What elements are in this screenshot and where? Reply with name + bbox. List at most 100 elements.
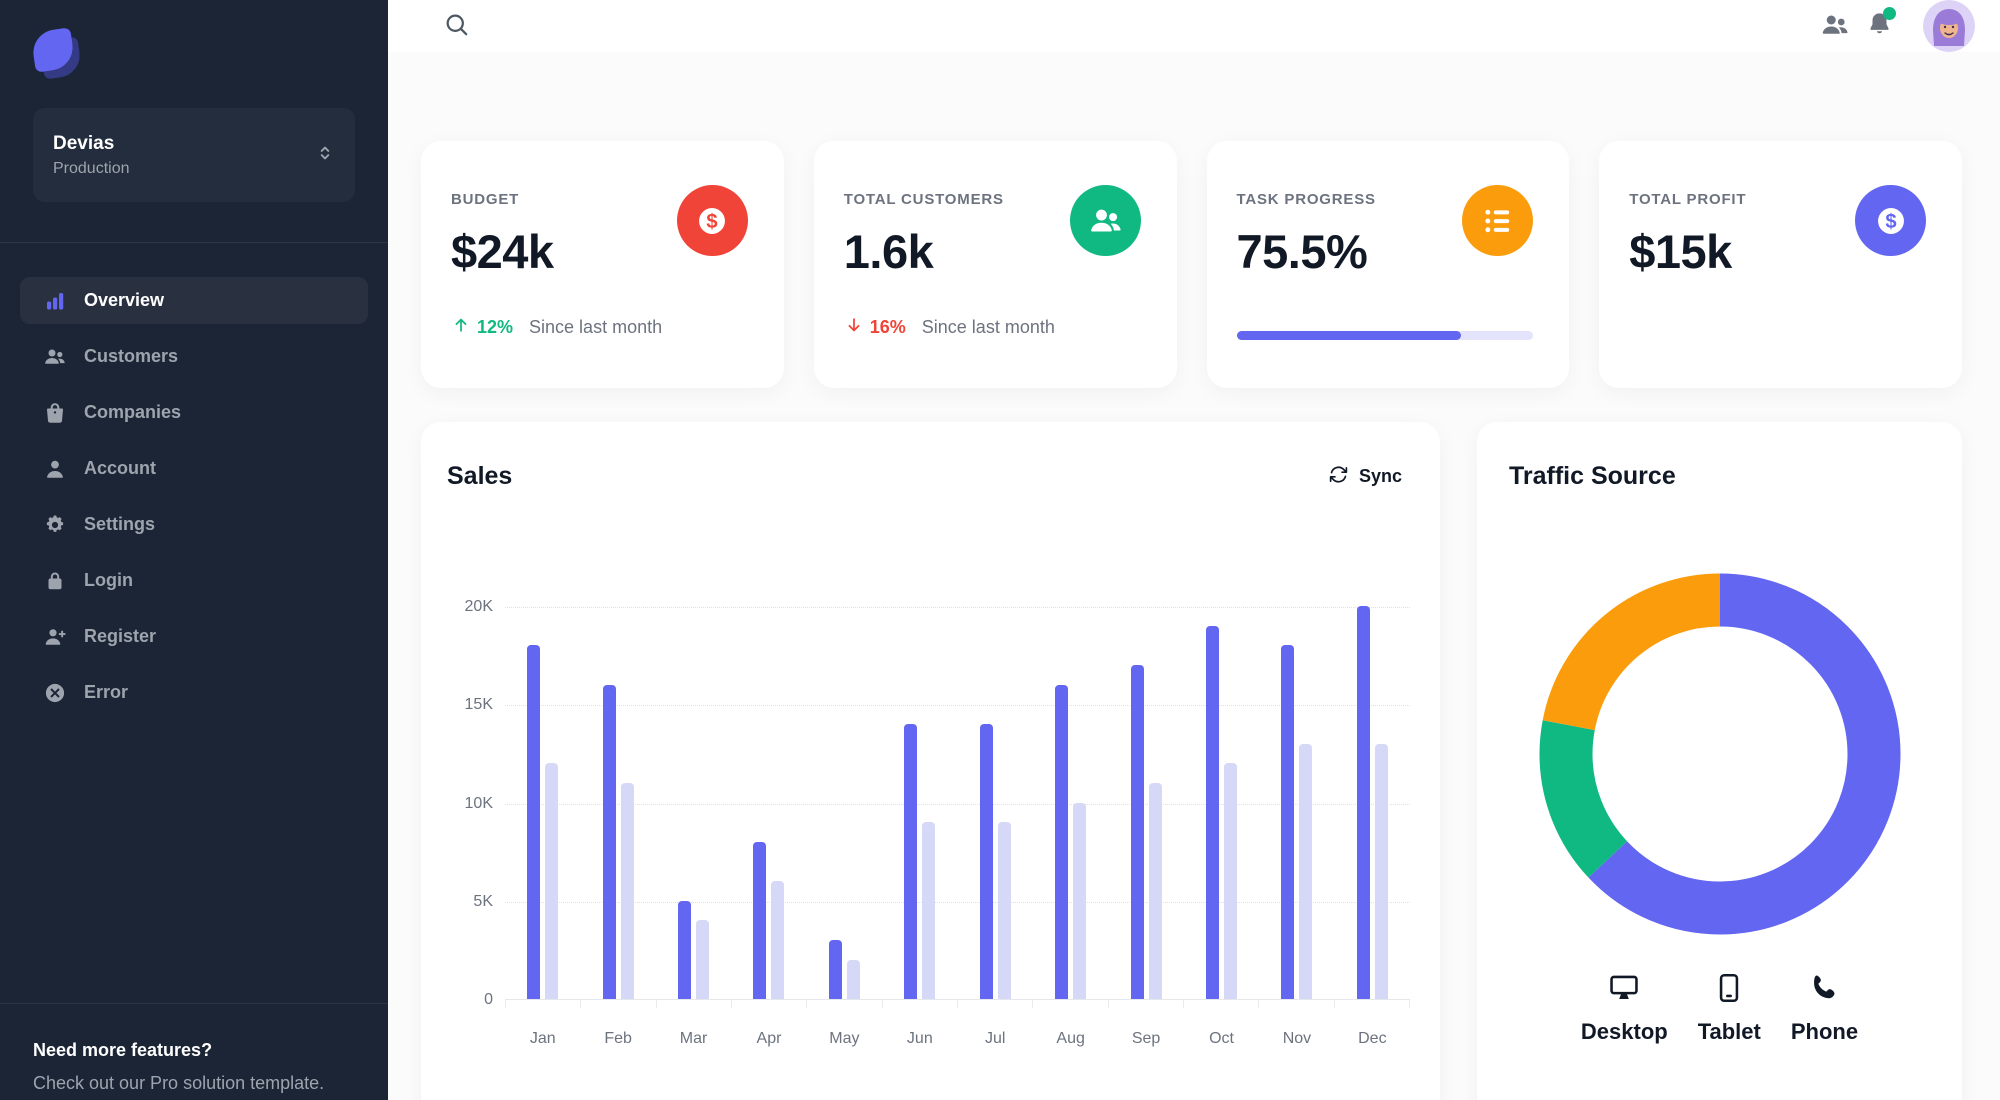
bar-group-sep: [1108, 607, 1183, 999]
dollar-circle-icon: $: [676, 185, 748, 256]
x-axis-ticks: [505, 1000, 1410, 1008]
desktop-icon: [1607, 971, 1641, 1010]
x-axis-label: Mar: [679, 1030, 708, 1047]
bar-last-year: [1073, 802, 1087, 999]
bar-last-year: [1374, 743, 1388, 999]
bar-this-year: [1055, 684, 1069, 999]
y-axis-label: 10K: [464, 794, 493, 812]
bar-this-year: [1356, 606, 1370, 999]
refresh-icon: [1328, 464, 1349, 490]
users-icon: [43, 345, 67, 369]
svg-text:$: $: [707, 211, 718, 233]
sidebar-item-settings[interactable]: Settings: [20, 501, 368, 548]
sidebar-footer: Need more features? Check out our Pro so…: [0, 1003, 388, 1094]
bottom-row: Sales Sync 20K 15K 10K 5K 0 Jan Feb Mar Apr May Ju…: [421, 422, 1962, 1100]
sync-button[interactable]: Sync: [1328, 464, 1402, 490]
sidebar-item-label: Account: [84, 458, 156, 478]
footer-subtitle[interactable]: Check out our Pro solution template.: [33, 1073, 355, 1094]
trend-caption: Since last month: [921, 317, 1055, 337]
sidebar-item-label: Customers: [84, 346, 179, 366]
chart-bar-icon: [43, 289, 67, 313]
customers-trend: 16% Since last month: [844, 315, 1055, 340]
sidebar-item-account[interactable]: Account: [20, 445, 368, 492]
trend-percent: 12%: [477, 317, 514, 337]
y-axis-label: 0: [484, 991, 493, 1008]
budget-trend: 12% Since last month: [451, 315, 662, 340]
chart-plot-area: [505, 606, 1410, 1000]
x-axis-label: Jul: [985, 1030, 1006, 1047]
user-icon: [43, 457, 67, 481]
lock-icon: [43, 569, 67, 593]
bar-last-year: [922, 822, 936, 999]
bar-last-year: [1299, 743, 1313, 999]
tick: [1184, 1000, 1260, 1008]
bar-group-mar: [656, 607, 731, 999]
bar-this-year: [1130, 664, 1144, 999]
task-progress-card: TASK PROGRESS 75.5%: [1206, 141, 1570, 388]
sidebar-item-label: Settings: [84, 514, 156, 534]
dollar-circle-icon: $: [1855, 185, 1926, 256]
tick: [807, 1000, 883, 1008]
sync-label: Sync: [1358, 466, 1402, 486]
sidebar-item-register[interactable]: Register: [20, 613, 368, 660]
tick: [1033, 1000, 1109, 1008]
bar-this-year: [678, 900, 692, 999]
bar-group-jun: [882, 607, 957, 999]
list-circle-icon: [1462, 185, 1534, 256]
x-axis-label: Oct: [1209, 1030, 1234, 1047]
x-axis-label: Dec: [1358, 1030, 1387, 1047]
y-axis-label: 15K: [464, 696, 493, 714]
total-customers-card: TOTAL CUSTOMERS 1.6k 16% Since last mont…: [813, 141, 1177, 388]
x-axis-label: Apr: [756, 1030, 782, 1047]
sidebar-item-label: Error: [84, 682, 129, 702]
device-desktop: Desktop: [1581, 971, 1668, 1045]
bar-this-year: [979, 723, 993, 999]
sidebar-item-error[interactable]: Error: [20, 669, 368, 716]
traffic-source-title: Traffic Source: [1509, 462, 1676, 490]
bar-last-year: [620, 782, 634, 999]
x-axis-label: Jun: [906, 1030, 933, 1047]
main-area: BUDGET $24k $ 12% Since last month TOTAL…: [388, 0, 2000, 1100]
app-logo[interactable]: [30, 27, 85, 82]
tick: [1109, 1000, 1184, 1008]
bar-group-jan: [505, 607, 580, 999]
device-phone: Phone: [1791, 971, 1858, 1045]
search-button[interactable]: [435, 4, 479, 48]
tablet-icon: [1712, 971, 1746, 1010]
x-axis-label: Aug: [1056, 1030, 1085, 1047]
device-legend: Desktop Tablet Phone: [1477, 971, 1962, 1045]
contacts-button[interactable]: [1813, 4, 1857, 48]
workspace-selector[interactable]: Devias Production: [33, 108, 355, 202]
notifications-button[interactable]: [1857, 4, 1901, 48]
bar-this-year: [1206, 625, 1219, 999]
trend-caption: Since last month: [529, 317, 663, 337]
bar-group-feb: [580, 607, 655, 999]
traffic-source-card: Traffic Source Desktop Tablet Phone: [1477, 422, 1962, 1100]
sidebar-item-overview[interactable]: Overview: [20, 277, 368, 324]
traffic-donut-chart: [1538, 572, 1902, 941]
users-circle-icon: [1069, 185, 1141, 256]
y-axis-label: 5K: [473, 892, 493, 910]
bar-this-year: [753, 841, 767, 999]
bar-last-year: [771, 881, 785, 999]
total-profit-card: TOTAL PROFIT $15k $: [1599, 141, 1962, 388]
x-circle-icon: [43, 681, 67, 705]
sidebar-item-customers[interactable]: Customers: [20, 333, 368, 380]
svg-text:$: $: [1885, 211, 1896, 233]
sidebar-item-label: Overview: [84, 290, 165, 310]
x-axis-labels: Jan Feb Mar Apr May Jun Jul Aug Sep Oct Nov Dec: [505, 1030, 1410, 1048]
trend-percent: 16%: [869, 317, 906, 337]
bar-last-year: [545, 763, 559, 999]
sidebar: Devias Production Overview Customers Compa…: [0, 0, 388, 1100]
device-label: Tablet: [1697, 1019, 1761, 1044]
bar-last-year: [1224, 763, 1237, 999]
avatar[interactable]: [1923, 0, 1975, 52]
search-icon: [443, 11, 471, 42]
x-axis-label: Jan: [529, 1030, 556, 1047]
bar-this-year: [1281, 645, 1295, 999]
y-axis-label: 20K: [464, 598, 493, 615]
bar-group-aug: [1033, 607, 1108, 999]
sidebar-item-login[interactable]: Login: [20, 557, 368, 604]
sidebar-item-companies[interactable]: Companies: [20, 389, 368, 436]
tick: [1335, 1000, 1410, 1008]
